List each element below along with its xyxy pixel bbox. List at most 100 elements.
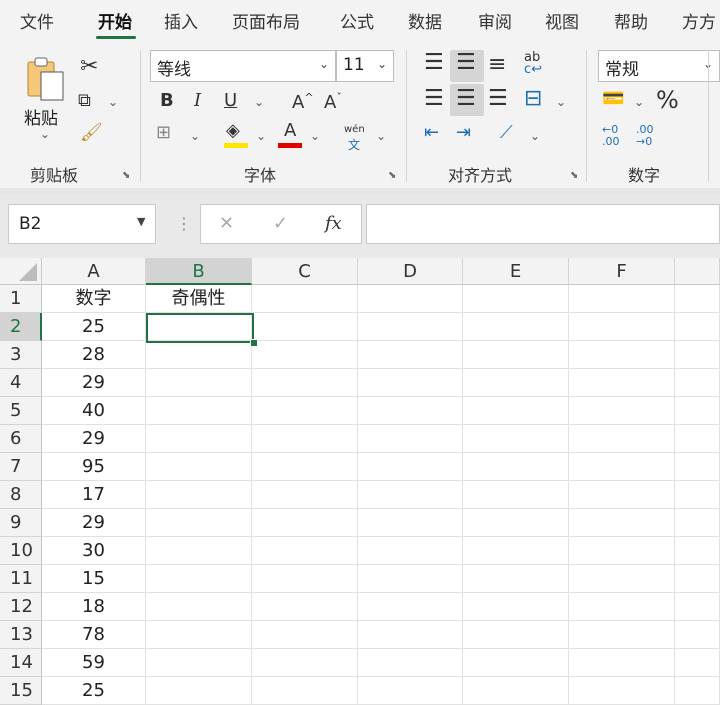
cell-e11[interactable] <box>463 565 569 593</box>
tab-review[interactable]: 审阅 <box>478 8 512 33</box>
cell-d6[interactable] <box>358 425 463 453</box>
name-box[interactable]: B2 ▼ <box>8 204 156 244</box>
tab-view[interactable]: 视图 <box>545 8 579 33</box>
cell-g8[interactable] <box>675 481 720 509</box>
cell-c4[interactable] <box>252 369 358 397</box>
row-header[interactable]: 4 <box>0 369 42 397</box>
cell-b1[interactable]: 奇偶性 <box>146 285 252 313</box>
cell-b11[interactable] <box>146 565 252 593</box>
alignment-launcher-icon[interactable]: ⬊ <box>570 170 578 181</box>
cell-c9[interactable] <box>252 509 358 537</box>
align-left-icon[interactable]: ☰ <box>424 88 444 110</box>
cell-c6[interactable] <box>252 425 358 453</box>
percent-style-button[interactable]: % <box>656 88 679 112</box>
row-header[interactable]: 14 <box>0 649 42 677</box>
cell-g3[interactable] <box>675 341 720 369</box>
cell-g6[interactable] <box>675 425 720 453</box>
row-header[interactable]: 15 <box>0 677 42 705</box>
cell-g10[interactable] <box>675 537 720 565</box>
cell-f13[interactable] <box>569 621 675 649</box>
align-bottom-icon[interactable]: ≡ <box>488 54 506 76</box>
cell-e9[interactable] <box>463 509 569 537</box>
cell-f12[interactable] <box>569 593 675 621</box>
font-launcher-icon[interactable]: ⬊ <box>388 170 396 181</box>
cell-e7[interactable] <box>463 453 569 481</box>
row-header[interactable]: 7 <box>0 453 42 481</box>
cell-f4[interactable] <box>569 369 675 397</box>
merge-dropdown-icon[interactable]: ⌄ <box>556 96 566 108</box>
row-header[interactable]: 10 <box>0 537 42 565</box>
cell-d3[interactable] <box>358 341 463 369</box>
row-header[interactable]: 9 <box>0 509 42 537</box>
cell-d9[interactable] <box>358 509 463 537</box>
decrease-font-button[interactable]: Aˇ <box>324 92 342 112</box>
cell-c5[interactable] <box>252 397 358 425</box>
tab-formulas[interactable]: 公式 <box>340 8 374 33</box>
cell-e15[interactable] <box>463 677 569 705</box>
cell-b7[interactable] <box>146 453 252 481</box>
cell-a11[interactable]: 15 <box>42 565 146 593</box>
tab-page-layout[interactable]: 页面布局 <box>232 8 300 33</box>
borders-dropdown-icon[interactable]: ⌄ <box>190 130 200 142</box>
cell-a3[interactable]: 28 <box>42 341 146 369</box>
row-header[interactable]: 1 <box>0 285 42 313</box>
cell-d14[interactable] <box>358 649 463 677</box>
cell-d11[interactable] <box>358 565 463 593</box>
cancel-icon[interactable]: ✕ <box>219 213 234 234</box>
decrease-indent-icon[interactable]: ⇤ <box>424 124 439 142</box>
cell-e4[interactable] <box>463 369 569 397</box>
cell-d13[interactable] <box>358 621 463 649</box>
tab-file[interactable]: 文件 <box>20 8 54 33</box>
column-header-a[interactable]: A <box>42 258 146 285</box>
cell-f8[interactable] <box>569 481 675 509</box>
select-all-corner[interactable] <box>0 258 42 285</box>
underline-dropdown-icon[interactable]: ⌄ <box>254 96 264 108</box>
cell-a6[interactable]: 29 <box>42 425 146 453</box>
cell-g4[interactable] <box>675 369 720 397</box>
cell-a5[interactable]: 40 <box>42 397 146 425</box>
cell-c14[interactable] <box>252 649 358 677</box>
cell-c10[interactable] <box>252 537 358 565</box>
paste-label[interactable]: 粘贴 <box>24 104 58 129</box>
cell-d8[interactable] <box>358 481 463 509</box>
cell-d12[interactable] <box>358 593 463 621</box>
accounting-dropdown-icon[interactable]: ⌄ <box>634 96 644 108</box>
cell-e13[interactable] <box>463 621 569 649</box>
cell-g12[interactable] <box>675 593 720 621</box>
cell-g9[interactable] <box>675 509 720 537</box>
row-header[interactable]: 3 <box>0 341 42 369</box>
wrap-text-icon[interactable]: ab c↩ <box>524 51 542 76</box>
tab-home[interactable]: 开始 <box>98 8 132 33</box>
cell-a8[interactable]: 17 <box>42 481 146 509</box>
cell-f5[interactable] <box>569 397 675 425</box>
orientation-icon[interactable]: ⟋ <box>500 124 513 142</box>
borders-icon[interactable]: ⊞ <box>156 124 171 142</box>
align-top-icon[interactable]: ☰ <box>424 52 444 74</box>
fill-color-dropdown-icon[interactable]: ⌄ <box>256 130 266 142</box>
cell-g5[interactable] <box>675 397 720 425</box>
cell-a10[interactable]: 30 <box>42 537 146 565</box>
cell-e8[interactable] <box>463 481 569 509</box>
cell-a1[interactable]: 数字 <box>42 285 146 313</box>
cell-c2[interactable] <box>252 313 358 341</box>
merge-center-icon[interactable]: ⊟ <box>524 88 542 110</box>
orientation-dropdown-icon[interactable]: ⌄ <box>530 130 540 142</box>
cell-c12[interactable] <box>252 593 358 621</box>
column-header-d[interactable]: D <box>358 258 463 285</box>
cell-a4[interactable]: 29 <box>42 369 146 397</box>
phonetic-guide-bottom[interactable]: 文 <box>348 136 360 153</box>
cell-c1[interactable] <box>252 285 358 313</box>
cell-a7[interactable]: 95 <box>42 453 146 481</box>
row-header[interactable]: 2 <box>0 313 42 341</box>
font-color-dropdown-icon[interactable]: ⌄ <box>310 130 320 142</box>
clipboard-launcher-icon[interactable]: ⬊ <box>122 170 130 181</box>
cell-d1[interactable] <box>358 285 463 313</box>
cell-b13[interactable] <box>146 621 252 649</box>
cell-c8[interactable] <box>252 481 358 509</box>
cell-a12[interactable]: 18 <box>42 593 146 621</box>
italic-button[interactable]: I <box>194 92 201 110</box>
cell-e2[interactable] <box>463 313 569 341</box>
copy-dropdown-icon[interactable]: ⌄ <box>108 96 118 108</box>
cell-b5[interactable] <box>146 397 252 425</box>
cell-f10[interactable] <box>569 537 675 565</box>
